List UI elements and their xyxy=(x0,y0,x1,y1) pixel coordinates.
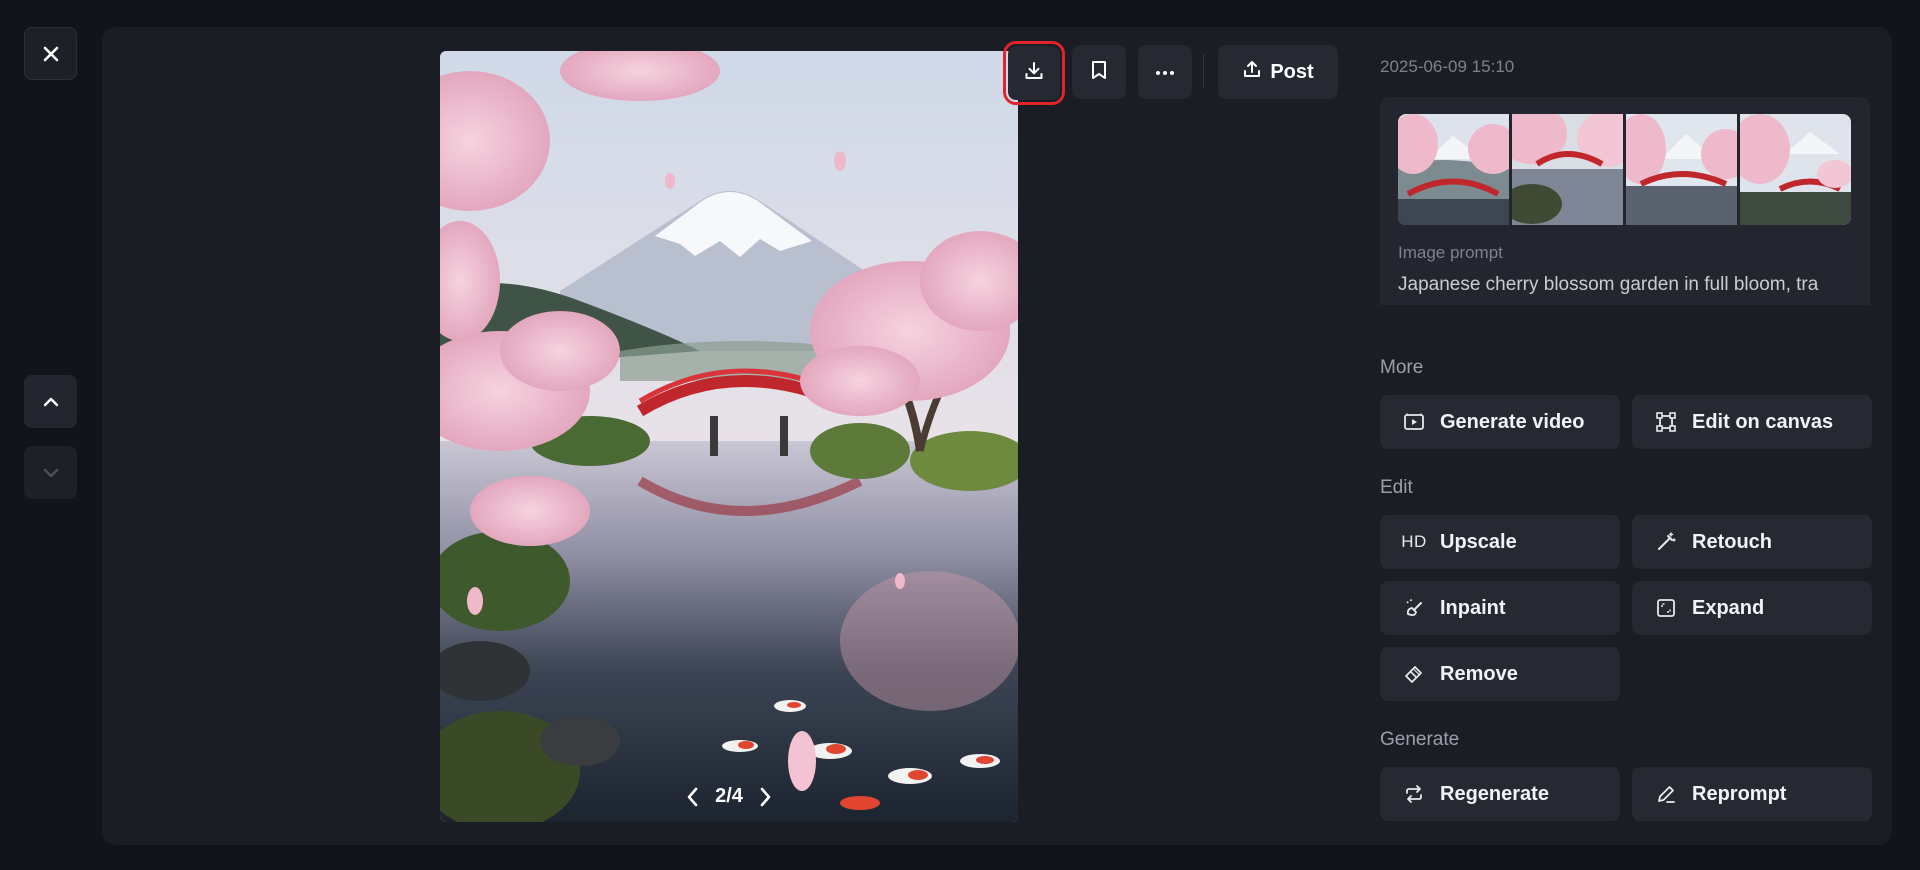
chevron-down-icon xyxy=(41,463,61,483)
inpaint-label: Inpaint xyxy=(1440,596,1506,619)
retouch-button[interactable]: Retouch xyxy=(1632,515,1872,569)
section-edit-label: Edit xyxy=(1380,477,1413,498)
generate-video-label: Generate video xyxy=(1440,410,1585,433)
image-counter: 2/4 xyxy=(715,785,743,807)
edit-on-canvas-label: Edit on canvas xyxy=(1692,410,1834,433)
remove-label: Remove xyxy=(1440,662,1518,685)
thumbnail-2[interactable] xyxy=(1512,114,1623,225)
toolbar-divider xyxy=(1203,54,1204,88)
bookmark-button[interactable] xyxy=(1072,45,1126,99)
pager-next-button[interactable] xyxy=(757,786,773,808)
prompt-label: Image prompt xyxy=(1398,243,1503,262)
section-generate-label: Generate xyxy=(1380,729,1460,750)
regenerate-label: Regenerate xyxy=(1440,782,1549,805)
inpaint-button[interactable]: Inpaint xyxy=(1380,581,1620,635)
hd-icon: HD xyxy=(1401,532,1427,551)
generate-video-button[interactable]: Generate video xyxy=(1380,395,1620,449)
download-button[interactable] xyxy=(1003,41,1065,105)
post-button[interactable]: Post xyxy=(1218,45,1338,99)
more-horizontal-icon xyxy=(1154,63,1176,81)
thumbnail-4[interactable] xyxy=(1740,114,1851,225)
eraser-icon xyxy=(1402,662,1426,686)
edit-on-canvas-button[interactable]: Edit on canvas xyxy=(1632,395,1872,449)
thumbnail-1[interactable] xyxy=(1398,114,1509,225)
close-icon xyxy=(41,44,61,64)
thumbnail-3[interactable] xyxy=(1626,114,1737,225)
timestamp: 2025-06-09 15:10 xyxy=(1380,57,1515,76)
regenerate-button[interactable]: Regenerate xyxy=(1380,767,1620,821)
reprompt-button[interactable]: Reprompt xyxy=(1632,767,1872,821)
canvas-icon xyxy=(1654,410,1678,434)
magic-wand-icon xyxy=(1654,530,1678,554)
main-image[interactable]: 2/4 xyxy=(440,51,1018,822)
close-button[interactable] xyxy=(24,27,77,80)
pager-previous-button[interactable] xyxy=(685,786,701,808)
chevron-right-icon xyxy=(760,787,771,806)
upscale-button[interactable]: HD Upscale xyxy=(1380,515,1620,569)
prompt-text[interactable]: Japanese cherry blossom garden in full b… xyxy=(1398,274,1858,296)
pencil-icon xyxy=(1654,782,1678,806)
repeat-icon xyxy=(1402,782,1426,806)
expand-button[interactable]: Expand xyxy=(1632,581,1872,635)
prompt-card: Image prompt Japanese cherry blossom gar… xyxy=(1380,97,1870,305)
upscale-label: Upscale xyxy=(1440,530,1517,553)
post-label: Post xyxy=(1270,60,1314,83)
expand-label: Expand xyxy=(1692,596,1765,619)
reprompt-label: Reprompt xyxy=(1692,782,1787,805)
cherry-blossom-garden-image xyxy=(440,51,1018,822)
image-pager: 2/4 xyxy=(440,785,1018,808)
brush-icon xyxy=(1402,596,1426,620)
next-image-button[interactable] xyxy=(24,446,77,499)
retouch-label: Retouch xyxy=(1692,530,1772,553)
download-icon xyxy=(1023,60,1045,87)
chevron-left-icon xyxy=(687,787,698,806)
upload-icon xyxy=(1242,59,1262,85)
video-icon xyxy=(1402,410,1426,434)
more-options-button[interactable] xyxy=(1138,45,1192,99)
thumbnail-strip xyxy=(1398,114,1851,225)
expand-icon xyxy=(1654,596,1678,620)
section-more-label: More xyxy=(1380,357,1424,378)
chevron-up-icon xyxy=(41,392,61,412)
previous-image-button[interactable] xyxy=(24,375,77,428)
remove-button[interactable]: Remove xyxy=(1380,647,1620,701)
bookmark-icon xyxy=(1089,59,1109,86)
